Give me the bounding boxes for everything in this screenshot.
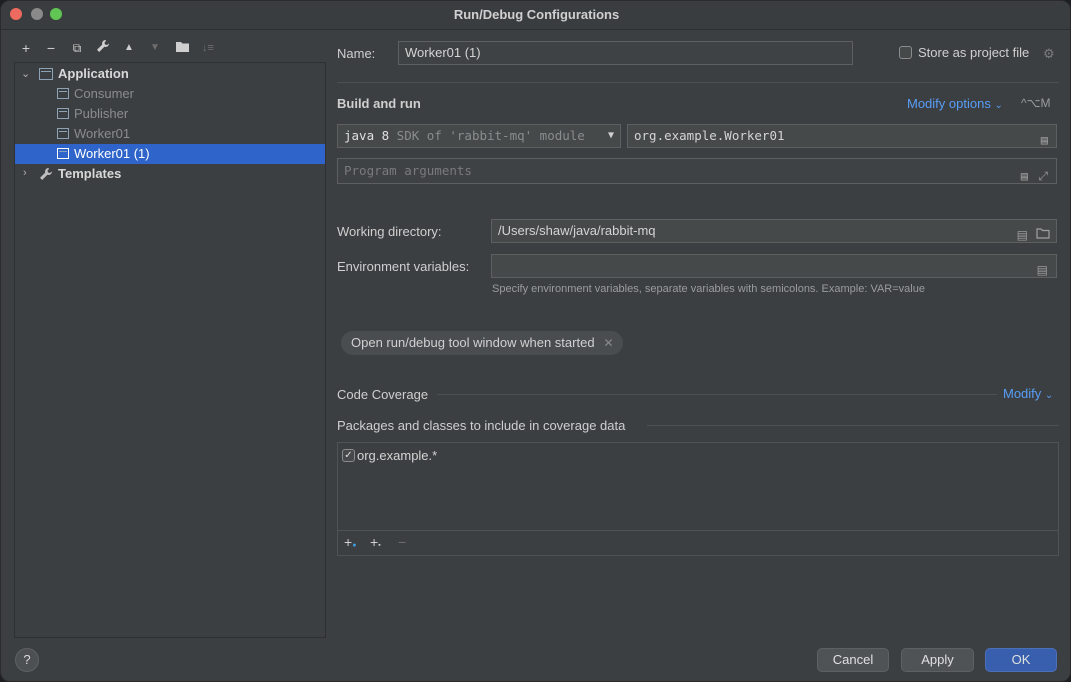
working-directory-label: Working directory: bbox=[337, 224, 442, 239]
remove-icon[interactable]: − bbox=[398, 534, 406, 550]
package-checkbox[interactable]: ✓ bbox=[342, 449, 355, 462]
remove-icon[interactable]: − bbox=[42, 39, 60, 57]
package-name: org.example.* bbox=[357, 448, 438, 463]
gear-icon[interactable]: ⚙ bbox=[1043, 46, 1055, 62]
open-tool-window-option-chip[interactable]: Open run/debug tool window when started … bbox=[341, 331, 623, 355]
chip-label: Open run/debug tool window when started bbox=[351, 335, 595, 350]
store-as-project-file-label: Store as project file bbox=[918, 45, 1030, 60]
tree-item-templates[interactable]: Templates bbox=[39, 164, 319, 184]
working-directory-value: /Users/shaw/java/rabbit-mq bbox=[498, 223, 656, 238]
program-arguments-placeholder: Program arguments bbox=[344, 163, 472, 178]
help-button[interactable]: ? bbox=[15, 648, 39, 672]
jdk-select[interactable]: java 8 SDK of 'rabbit-mq' module ▼ bbox=[337, 124, 621, 148]
coverage-list-toolbar: +● +▪ − bbox=[338, 530, 1058, 555]
store-as-project-file-checkbox[interactable] bbox=[899, 46, 912, 59]
close-icon[interactable]: ✕ bbox=[603, 331, 613, 355]
divider bbox=[647, 425, 1059, 426]
config-icon bbox=[57, 128, 69, 139]
main-class-input[interactable]: org.example.Worker01 ▤ bbox=[627, 124, 1057, 148]
coverage-modify-label: Modify bbox=[1003, 386, 1042, 401]
configuration-tree: ⌄ Application Consumer Publisher Worker0… bbox=[14, 62, 326, 638]
modify-options-shortcut: ^⌥M bbox=[1021, 96, 1051, 110]
tree-item-label: Publisher bbox=[74, 106, 129, 121]
tree-item-worker01-1[interactable]: Worker01 (1) bbox=[15, 144, 325, 164]
cancel-button[interactable]: Cancel bbox=[817, 648, 889, 672]
tree-item-label: Worker01 (1) bbox=[74, 146, 150, 161]
folder-icon[interactable] bbox=[173, 39, 191, 57]
coverage-packages-list: ✓ org.example.* +● +▪ − bbox=[337, 442, 1059, 556]
macro-icon[interactable]: ▤ bbox=[1017, 224, 1028, 246]
modify-options-link[interactable]: Modify options ⌄ bbox=[907, 96, 1003, 111]
code-coverage-heading: Code Coverage bbox=[337, 387, 429, 402]
ok-button[interactable]: OK bbox=[985, 648, 1057, 672]
dropdown-arrow-icon: ▼ bbox=[607, 130, 614, 141]
sort-icon[interactable]: ↓≡ bbox=[199, 39, 217, 57]
wrench-icon bbox=[39, 167, 53, 187]
chevron-down-icon: ⌄ bbox=[1044, 390, 1054, 401]
program-arguments-input[interactable]: Program arguments ▤ ⤢ bbox=[337, 158, 1057, 184]
apply-button[interactable]: Apply bbox=[901, 648, 974, 672]
config-icon bbox=[57, 108, 69, 119]
divider bbox=[437, 394, 997, 395]
browse-icon[interactable]: ▤ bbox=[1021, 164, 1028, 188]
name-label: Name: bbox=[337, 46, 376, 61]
chevron-down-icon[interactable]: ⌄ bbox=[21, 67, 30, 80]
tree-item-label: Application bbox=[58, 66, 129, 81]
chevron-down-icon: ⌄ bbox=[994, 100, 1003, 111]
chevron-right-icon[interactable]: › bbox=[23, 167, 27, 179]
tree-item-application[interactable]: Application bbox=[39, 64, 319, 84]
move-down-icon[interactable]: ▼ bbox=[146, 39, 164, 57]
modify-options-label: Modify options bbox=[907, 96, 991, 111]
wrench-icon[interactable] bbox=[94, 39, 112, 57]
name-input[interactable]: Worker01 (1) bbox=[398, 41, 853, 65]
expand-icon[interactable]: ⤢ bbox=[1038, 164, 1048, 188]
run-debug-configurations-window: Run/Debug Configurations + − ⧉ ▲ ▼ ↓≡ ⌄ … bbox=[0, 0, 1071, 682]
browse-icon[interactable]: ▤ bbox=[1041, 129, 1048, 151]
environment-variables-label: Environment variables: bbox=[337, 259, 470, 274]
folder-icon[interactable] bbox=[1036, 224, 1050, 246]
title-bar: Run/Debug Configurations bbox=[1, 1, 1070, 30]
tree-item-label: Consumer bbox=[74, 86, 134, 101]
add-icon[interactable]: + bbox=[17, 39, 35, 57]
tree-item-label: Worker01 bbox=[74, 126, 131, 141]
window-title: Run/Debug Configurations bbox=[453, 7, 620, 22]
tree-item-worker01[interactable]: Worker01 bbox=[57, 124, 319, 144]
jdk-description: SDK of 'rabbit-mq' module bbox=[389, 128, 585, 143]
move-up-icon[interactable]: ▲ bbox=[120, 39, 138, 57]
coverage-modify-link[interactable]: Modify ⌄ bbox=[1003, 386, 1053, 401]
add-package-icon[interactable]: +▪ bbox=[370, 534, 381, 550]
packages-label: Packages and classes to include in cover… bbox=[337, 418, 626, 433]
browse-icon[interactable]: ▤ bbox=[1037, 259, 1048, 281]
add-class-icon[interactable]: +● bbox=[344, 534, 356, 550]
tree-item-publisher[interactable]: Publisher bbox=[57, 104, 319, 124]
main-class-value: org.example.Worker01 bbox=[634, 128, 785, 143]
environment-variables-hint: Specify environment variables, separate … bbox=[492, 283, 925, 295]
working-directory-input[interactable]: /Users/shaw/java/rabbit-mq ▤ bbox=[491, 219, 1057, 243]
jdk-version: java 8 bbox=[344, 128, 390, 143]
build-and-run-heading: Build and run bbox=[337, 96, 421, 111]
copy-icon[interactable]: ⧉ bbox=[68, 39, 86, 57]
config-icon bbox=[57, 88, 69, 99]
environment-variables-input[interactable]: ▤ bbox=[491, 254, 1057, 278]
application-icon bbox=[39, 68, 53, 80]
config-icon bbox=[57, 148, 69, 159]
divider bbox=[337, 82, 1059, 83]
tree-item-label: Templates bbox=[58, 166, 122, 181]
tree-item-consumer[interactable]: Consumer bbox=[57, 84, 319, 104]
